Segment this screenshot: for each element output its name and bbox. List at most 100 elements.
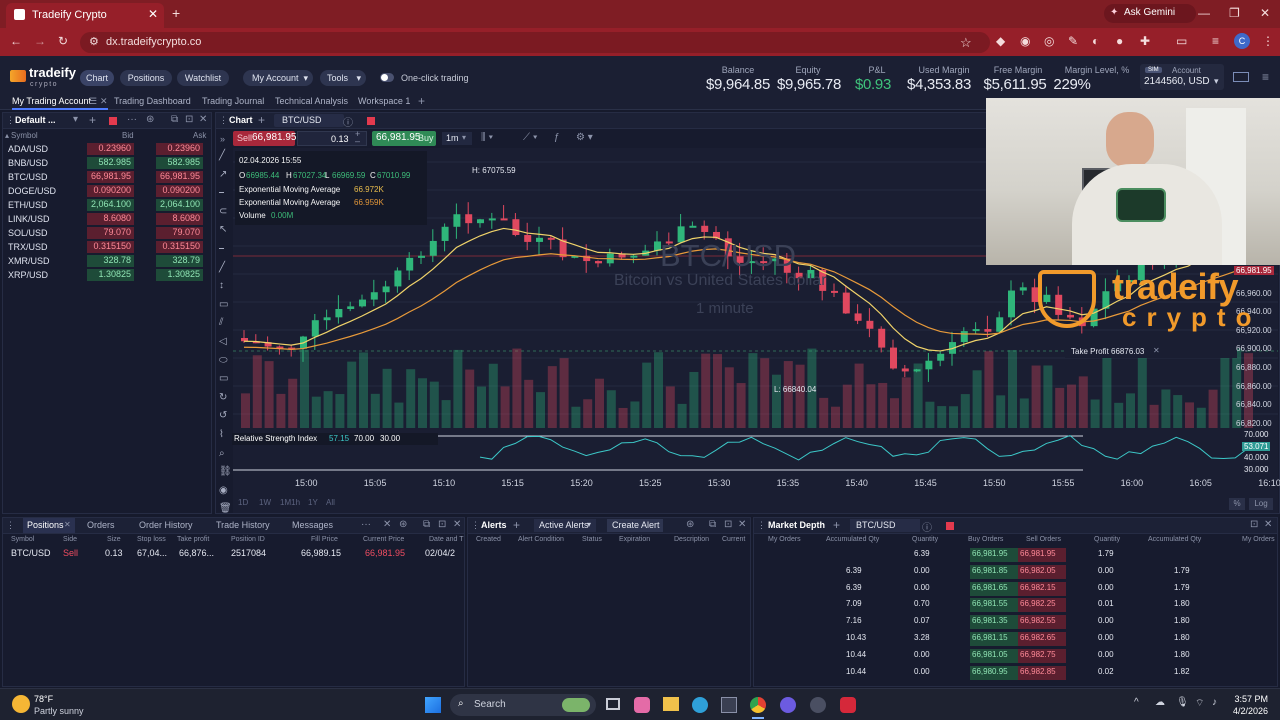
triangle-icon[interactable]: ◁ [219, 336, 227, 347]
ask-cell[interactable]: 328.79 [156, 255, 203, 267]
drag-handle-icon[interactable]: ⋮ [6, 115, 15, 126]
tray-chevron-icon[interactable]: ^ [1134, 697, 1139, 708]
new-tab-icon[interactable]: + [172, 5, 180, 21]
vertical-line-icon[interactable]: ↕ [219, 280, 224, 291]
zoom-icon[interactable]: ⌕ [219, 448, 225, 459]
symbol-selector[interactable]: BTC/USD [274, 114, 344, 127]
close-icon[interactable]: ✕ [738, 519, 746, 530]
info-icon[interactable]: ⓘ [343, 114, 353, 129]
tab-messages[interactable]: Messages [292, 520, 333, 530]
volume-icon[interactable]: ♪ [1212, 697, 1217, 708]
extension-icon[interactable]: ◐ [1092, 34, 1099, 48]
watchlist-title[interactable]: Default ... [15, 115, 56, 125]
quantity-input[interactable]: 0.13 + – [297, 129, 367, 146]
close-icon[interactable]: ✕ [64, 520, 71, 529]
bid-cell[interactable]: 328.78 [87, 255, 134, 267]
decrement-icon[interactable]: – [355, 136, 360, 146]
taskbar-search[interactable]: ⌕ Search [450, 694, 596, 716]
column-header[interactable]: Current [722, 536, 745, 543]
table-row[interactable]: 7.09 0.70 66,981.55 66,982.25 0.01 1.80 [754, 597, 1277, 613]
popout-icon[interactable]: ⊡ [1250, 519, 1258, 530]
address-bar[interactable]: ⚙ dx.tradeifycrypto.co ☆ [80, 32, 990, 53]
app-icon[interactable] [840, 697, 856, 713]
column-header[interactable]: Expiration [619, 536, 650, 543]
create-alert-button[interactable]: Create Alert [607, 519, 663, 532]
timeframe-dropdown[interactable]: 1m ▾ [442, 132, 472, 145]
tab-order-history[interactable]: Order History [139, 520, 193, 530]
add-icon[interactable]: + [513, 518, 520, 532]
account-selector[interactable]: SIM Account 2144560, USD ▾ [1140, 64, 1224, 90]
range-button[interactable]: 1W [259, 498, 271, 507]
extension-icon[interactable]: ◆ [996, 34, 1005, 48]
indicators-icon[interactable]: ƒ [554, 132, 560, 143]
range-button[interactable]: 1M1h [280, 498, 300, 507]
weather-icon[interactable] [12, 695, 30, 713]
column-header[interactable]: Created [476, 536, 501, 543]
buy-button[interactable]: 66,981.95 Buy [372, 131, 436, 146]
extension-icon[interactable]: ✎ [1068, 34, 1078, 48]
column-header[interactable]: Sell Orders [1026, 536, 1061, 543]
duplicate-icon[interactable]: ⧉ [709, 519, 716, 530]
list-item[interactable]: LINK/USD 8.6080 8.6080 [3, 212, 211, 226]
table-row[interactable]: 6.39 0.00 66,981.65 66,982.15 0.00 1.79 [754, 581, 1277, 597]
close-icon[interactable]: ✕ [100, 96, 108, 107]
rectangle-icon[interactable]: ▭ [219, 299, 228, 310]
depth-symbol-selector[interactable]: BTC/USD [850, 519, 920, 532]
column-header[interactable]: My Orders [768, 536, 801, 543]
add-icon[interactable]: + [89, 113, 96, 127]
link-icon[interactable]: ⊛ [146, 114, 154, 125]
candle-type-icon[interactable]: ⫼ ▾ [481, 132, 493, 143]
chevron-down-icon[interactable]: ▾ [73, 114, 78, 125]
popout-icon[interactable]: ⊡ [185, 114, 193, 125]
drag-handle-icon[interactable]: ⋮ [471, 520, 480, 531]
table-row[interactable]: 10.44 0.00 66,981.05 66,982.75 0.00 1.80 [754, 648, 1277, 664]
col-ask[interactable]: Ask [193, 131, 206, 140]
close-icon[interactable]: ✕ [453, 519, 461, 530]
box-icon[interactable]: ▭ [219, 373, 228, 384]
bid-cell[interactable]: 0.315150 [87, 241, 134, 253]
ask-cell[interactable]: 66,981.95 [156, 171, 203, 183]
ask-cell[interactable]: 79.070 [156, 227, 203, 239]
column-header[interactable]: Accumulated Qty [1148, 536, 1201, 543]
hline-icon[interactable]: ⎯ [219, 187, 224, 198]
bid-cell[interactable]: 1.30825 [87, 269, 134, 281]
list-item[interactable]: ETH/USD 2,064.100 2,064.100 [3, 198, 211, 212]
col-symbol[interactable]: Symbol [11, 131, 38, 140]
bid-cell[interactable]: 0.23960 [87, 143, 134, 155]
chrome-icon[interactable] [750, 697, 766, 713]
window-close-icon[interactable]: ✕ [1260, 6, 1270, 20]
draw-line-icon[interactable]: ⟋ ▾ [523, 132, 538, 143]
browser-menu-icon[interactable]: ⋮ [1262, 34, 1274, 48]
rotate-icon[interactable]: ↻ [219, 392, 227, 403]
link-icon[interactable]: ⊛ [686, 519, 694, 530]
bid-cell[interactable]: 8.6080 [87, 213, 134, 225]
back-icon[interactable]: ← [10, 34, 22, 48]
line-icon[interactable]: ╱ [219, 262, 225, 273]
one-click-toggle[interactable] [380, 73, 394, 82]
menu-icon[interactable]: ☰ [89, 96, 97, 107]
copilot-icon[interactable] [634, 697, 650, 713]
popout-icon[interactable]: ⊡ [724, 519, 732, 530]
table-row[interactable]: 6.39 0.00 66,981.85 66,982.05 0.00 1.79 [754, 564, 1277, 580]
list-item[interactable]: SOL/USD 79.070 79.070 [3, 226, 211, 240]
obs-icon[interactable] [810, 697, 826, 713]
ray-icon[interactable]: ↖ [219, 224, 227, 235]
sell-button[interactable]: Sell 66,981.95 [233, 131, 297, 146]
ellipse-icon[interactable]: ⬭ [219, 355, 228, 366]
close-icon[interactable]: ✕ [1153, 346, 1160, 355]
percent-toggle[interactable]: % [1229, 498, 1245, 510]
column-header[interactable]: Take profit [177, 536, 209, 543]
browser-tab[interactable]: Tradeify Crypto ✕ [6, 3, 164, 28]
drag-handle-icon[interactable]: ⋮ [757, 520, 766, 531]
log-toggle[interactable]: Log [1249, 498, 1273, 510]
list-item[interactable]: ADA/USD 0.23960 0.23960 [3, 142, 211, 156]
workspace-tab[interactable]: Workspace 1 [358, 96, 410, 106]
tab-positions[interactable]: Positions ✕ [23, 518, 75, 533]
record-icon[interactable] [109, 117, 117, 125]
ask-cell[interactable]: 0.23960 [156, 143, 203, 155]
more-icon[interactable]: ··· [361, 519, 371, 530]
lock-icon[interactable]: ⛓ [219, 466, 232, 477]
close-tab-icon[interactable]: ✕ [148, 7, 158, 21]
cloud-icon[interactable]: ☁ [1155, 697, 1165, 708]
list-item[interactable]: XMR/USD 328.78 328.79 [3, 254, 211, 268]
